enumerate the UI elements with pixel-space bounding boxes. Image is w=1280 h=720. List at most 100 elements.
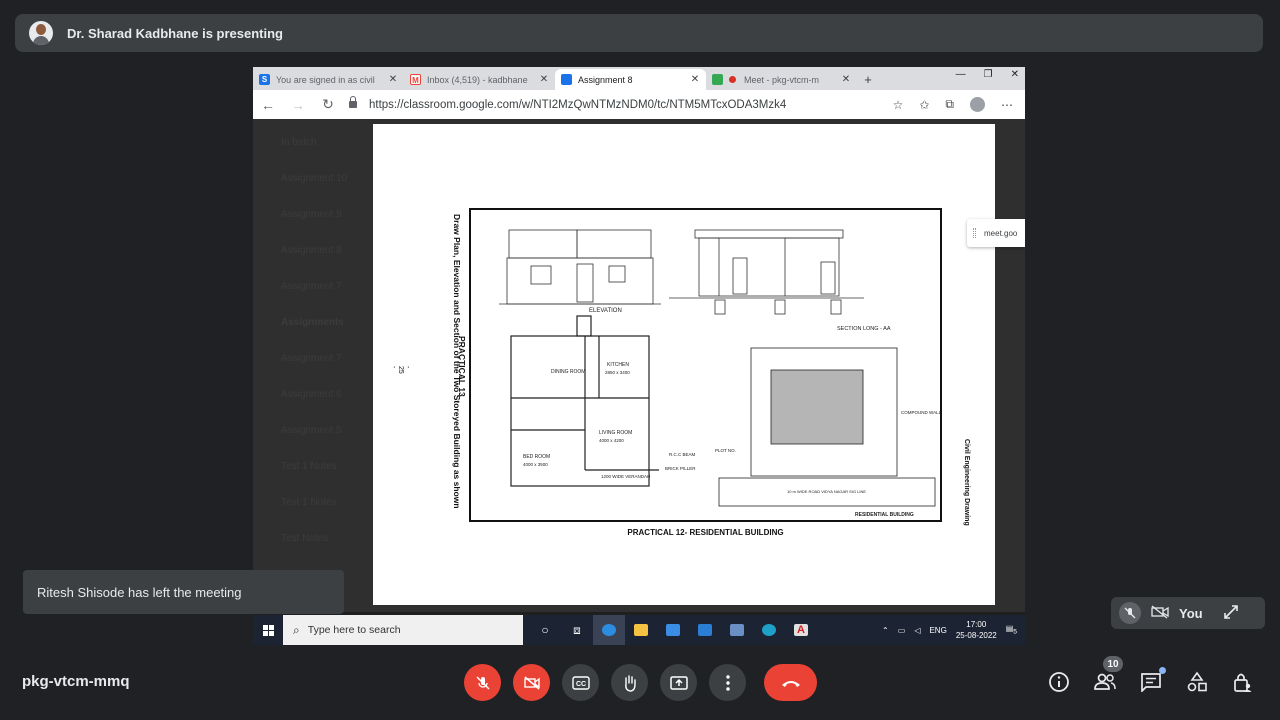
taskbar-search-input[interactable]: ⌕ Type here to search: [283, 615, 523, 645]
presenter-banner-text: Dr. Sharad Kadbhane is presenting: [67, 25, 283, 41]
camera-toggle-button[interactable]: [513, 664, 550, 701]
store-icon[interactable]: [657, 615, 689, 645]
profile-icon[interactable]: [970, 97, 985, 112]
edge-icon-2[interactable]: [753, 615, 785, 645]
plot-no-label: PLOT NO.: [715, 448, 736, 453]
mic-toggle-button[interactable]: [464, 664, 501, 701]
host-controls-button[interactable]: [1231, 670, 1255, 694]
forward-icon[interactable]: →: [283, 97, 313, 113]
close-icon[interactable]: ✕: [690, 74, 700, 85]
edge-icon[interactable]: [593, 615, 625, 645]
lock-person-icon: [1234, 673, 1252, 692]
app-icon[interactable]: [721, 615, 753, 645]
leave-call-button[interactable]: [764, 664, 817, 701]
mic-off-icon: [1119, 602, 1141, 624]
tab-signed-in[interactable]: S You are signed in as civil ✕: [253, 69, 404, 90]
more-options-button[interactable]: [709, 664, 746, 701]
tab-inbox[interactable]: M Inbox (4,519) - kadbhane ✕: [404, 69, 555, 90]
meeting-details-button[interactable]: [1047, 670, 1071, 694]
tab-favicon-icon: S: [259, 74, 270, 85]
acrobat-icon[interactable]: A: [785, 615, 817, 645]
side-label: Civil Engineering Drawing: [963, 439, 970, 526]
star-icon[interactable]: ☆: [893, 98, 904, 112]
more-icon[interactable]: ⋯: [1001, 98, 1013, 112]
recording-dot-icon: [729, 76, 736, 83]
mic-off-icon: [475, 675, 490, 690]
close-icon[interactable]: ✕: [841, 74, 851, 85]
file-explorer-icon[interactable]: [625, 615, 657, 645]
close-icon[interactable]: ✕: [388, 74, 398, 85]
drag-handle-icon[interactable]: [973, 228, 976, 238]
restore-icon[interactable]: ❐: [984, 69, 993, 80]
bed-label: BED ROOM: [523, 454, 550, 460]
back-icon[interactable]: ←: [253, 97, 283, 113]
url-field[interactable]: https://classroom.google.com/w/NTI2MzQwN…: [369, 99, 893, 111]
mail-icon[interactable]: [689, 615, 721, 645]
sidebar-item[interactable]: Assignment 5: [281, 425, 347, 461]
minimize-icon[interactable]: —: [956, 69, 966, 80]
notification-icon[interactable]: ▤5: [1006, 624, 1017, 636]
page-number: - 25 -: [390, 366, 411, 374]
close-window-icon[interactable]: ✕: [1011, 69, 1019, 80]
captions-button[interactable]: CC: [562, 664, 599, 701]
sidebar-item[interactable]: Test 1 Notes: [281, 461, 347, 497]
self-video-tile[interactable]: You: [1111, 597, 1265, 629]
lock-icon: [349, 96, 357, 108]
sidebar-item[interactable]: Assignment 6: [281, 389, 347, 425]
present-button[interactable]: [660, 664, 697, 701]
sidebar-item[interactable]: Test 1 Notes: [281, 497, 347, 533]
chevron-up-icon[interactable]: ⌃: [882, 626, 889, 635]
raise-hand-button[interactable]: [611, 664, 648, 701]
captions-icon: CC: [571, 675, 590, 690]
sidebar-item[interactable]: In batch: [281, 137, 347, 173]
clock[interactable]: 17:00 25-08-2022: [956, 619, 997, 641]
popout-label: meet.goo: [984, 228, 1018, 238]
reload-icon[interactable]: ↻: [313, 96, 343, 113]
sidebar-item[interactable]: Assignments: [281, 317, 347, 353]
sidebar-item[interactable]: Assignment 7: [281, 281, 347, 317]
cortana-icon[interactable]: ○: [529, 615, 561, 645]
verandah-label: 1200 WIDE VERANDAH: [601, 474, 650, 479]
chat-icon: [1141, 673, 1161, 692]
tab-label: You are signed in as civil: [276, 74, 375, 85]
browser-tab-bar: S You are signed in as civil ✕ M Inbox (…: [253, 67, 1025, 90]
collections-icon[interactable]: ⧉: [945, 97, 954, 112]
presenter-banner: Dr. Sharad Kadbhane is presenting: [15, 14, 1263, 52]
chat-button[interactable]: [1139, 667, 1166, 694]
sidebar-item[interactable]: Assignment 10: [281, 173, 347, 209]
elevation-label: ELEVATION: [589, 308, 622, 314]
participants-button[interactable]: 10: [1093, 656, 1123, 694]
tab-meet[interactable]: Meet - pkg-vtcm-m ✕: [706, 69, 857, 90]
sidebar-item[interactable]: Test Notes: [281, 533, 347, 569]
hangup-icon: [781, 680, 800, 687]
road-label: 10 m WIDE ROAD VIDYA NAGAR SIG LINE: [787, 489, 866, 494]
participants-count: 10: [1103, 656, 1123, 672]
volume-icon[interactable]: ◁: [914, 626, 920, 635]
expand-icon[interactable]: [1223, 604, 1239, 623]
clock-date: 25-08-2022: [955, 631, 997, 640]
tab-assignment-8[interactable]: Assignment 8 ✕: [555, 69, 706, 90]
windows-start-icon[interactable]: [253, 624, 283, 636]
residential-label: RESIDENTIAL BUILDING: [855, 512, 914, 518]
meet-icon: [712, 74, 723, 85]
self-label: You: [1179, 605, 1203, 621]
system-tray: ⌃ ▭ ◁ ENG 17:00 25-08-2022 ▤5: [882, 619, 1017, 641]
window-controls: — ❐ ✕: [956, 69, 1019, 80]
document-viewer: - 25 - Draw Plan, Elevation and Section …: [373, 124, 995, 605]
dining-label: DINING ROOM: [551, 369, 585, 375]
new-tab-button[interactable]: +: [857, 69, 879, 90]
task-view-icon[interactable]: ⧈: [561, 615, 593, 645]
sidebar-item[interactable]: Assignment 7: [281, 353, 347, 389]
meet-popout[interactable]: meet.goo: [967, 219, 1025, 247]
sidebar-item[interactable]: Assignment 8: [281, 245, 347, 281]
language-indicator[interactable]: ENG: [929, 626, 946, 635]
sidebar-item[interactable]: Assignment 9: [281, 209, 347, 245]
living-size: 4000 x 4200: [599, 438, 624, 443]
camera-off-icon: [523, 675, 540, 690]
favorites-icon[interactable]: ✩: [919, 98, 929, 112]
close-icon[interactable]: ✕: [539, 74, 549, 85]
activities-button[interactable]: [1185, 670, 1209, 694]
kitchen-label: KITCHEN: [607, 362, 629, 368]
network-icon[interactable]: ▭: [898, 626, 906, 635]
section-view: [669, 229, 864, 315]
